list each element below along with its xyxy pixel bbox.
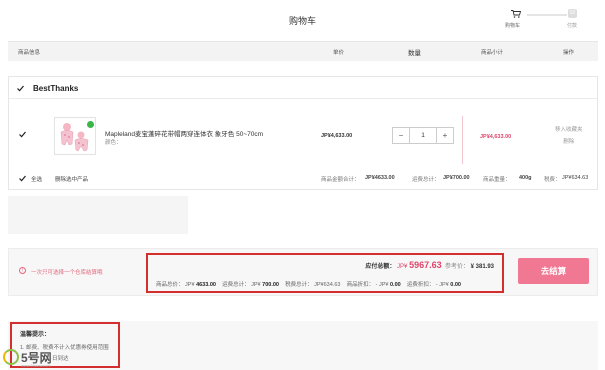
item-checkbox[interactable] [19,131,26,138]
warehouse-warning: 一次只可选择一个仓库结算哦 [31,270,103,276]
select-all-label[interactable]: 全选 [31,175,42,183]
breakdown-shipping-discount-value: 0.00 [450,282,461,288]
product-subtotal: JP¥4,633.00 [480,134,512,140]
payable-total-value: 5967.63 [409,260,442,270]
quantity-plus-button[interactable]: + [436,128,453,143]
tips-title: 温馨提示： [20,332,51,338]
reference-price-value: ¥ 381.93 [470,264,494,270]
breakdown-goods-currency: JP¥ [185,282,195,288]
breakdown-tax-label: 税费总计： [285,282,313,288]
table-header: 商品信息 单价 数量 商品小计 操作 [8,41,598,61]
step-label-payment: 付款 [567,23,578,29]
breakdown-shipping-discount-label: 运费折扣： [406,282,435,288]
checkout-button[interactable]: 去结算 [518,258,589,284]
breakdown-shipping-discount-currency: - JP¥ [435,282,449,288]
watermark-subtext: www.5haow.com [21,363,51,368]
payable-total-currency: JP¥ [397,264,408,270]
store-name[interactable]: BestThanks [33,84,78,93]
warning-icon: ! [19,267,26,274]
delete-selected-link[interactable]: 删除选中产品 [55,175,88,183]
goods-total-label: 商品金额合计： [321,177,360,183]
store-footer: 全选 删除选中产品 商品金额合计： JP¥4633.00 运费总计： JP¥70… [9,169,597,189]
placeholder-block [8,196,188,234]
product-thumbnail[interactable] [54,117,96,155]
tax-value: JP¥634.63 [562,175,589,181]
shipping-total-label: 运费总计： [412,177,440,183]
store-section: BestThanks Mapleland麦宝蓬碎花带帽两穿连体衣 象牙色 50~… [8,76,598,190]
quantity-minus-button[interactable]: − [393,128,410,143]
column-actions: 操作 [563,50,575,56]
column-divider [462,116,463,164]
tips-section: 温馨提示： 1. 邮费、税费不计入优惠券使用范围 日到达 [8,321,598,370]
store-checkbox[interactable] [17,85,24,92]
breakdown-goods-value: 4633.00 [196,282,216,288]
item-actions: 移入收藏夹 删除 [555,124,583,148]
breakdown-tax-value: JP¥634.63 [314,282,341,288]
breakdown-shipping-currency: JP¥ [251,282,261,288]
payable-total-row: 应付总额： JP¥ 5967.63 参考价： ¥ 381.93 [365,260,494,270]
breakdown-goods-discount-value: 0.00 [390,282,401,288]
payable-total-label: 应付总额： [365,264,396,270]
watermark-logo: 5号网 www.5haow.com [0,346,60,368]
cart-icon [511,10,521,18]
weight-value: 400g [519,175,532,181]
column-subtotal: 商品小计 [481,50,504,56]
reference-price-label: 参考价： [444,264,469,270]
column-product-info: 商品信息 [18,50,41,56]
store-header: BestThanks [9,77,597,99]
product-unit-price: JP¥4,633.00 [321,133,353,139]
tax-label: 税费： [544,177,561,183]
logo-circle-icon [3,349,19,365]
product-badge-icon [87,121,94,128]
breakdown-goods-discount-currency: - JP¥ [375,282,389,288]
delete-item-link[interactable]: 删除 [555,136,583,148]
step-label-cart: 购物车 [505,23,521,29]
total-highlight-box: 应付总额： JP¥ 5967.63 参考价： ¥ 381.93 商品总价： JP… [146,253,504,293]
progress-steps: 02 购物车 付款 [505,8,585,32]
column-quantity: 数量 [408,50,421,57]
step-progress-line [527,14,567,16]
shipping-total-value: JP¥700.00 [443,175,470,181]
breakdown-shipping-value: 700.00 [262,282,279,288]
weight-label: 商品重量： [483,177,511,183]
order-summary: ! 一次只可选择一个仓库结算哦 应付总额： JP¥ 5967.63 参考价： ¥… [8,248,598,296]
breakdown-goods-discount-label: 商品折扣： [346,282,375,288]
move-to-favorites-link[interactable]: 移入收藏夹 [555,124,583,136]
quantity-input[interactable]: 1 [410,128,436,143]
column-unit-price: 单价 [333,50,345,56]
breakdown-goods-label: 商品总价： [156,282,184,288]
product-color-label: 颜色： [105,140,122,146]
quantity-stepper: − 1 + [392,127,454,144]
total-breakdown: 商品总价： JP¥ 4633.00 运费总计： JP¥ 700.00 税费总计：… [156,280,461,288]
breakdown-shipping-label: 运费总计： [222,282,250,288]
select-all-checkbox[interactable] [19,175,26,182]
goods-total-value: JP¥4633.00 [365,175,395,181]
product-name[interactable]: Mapleland麦宝蓬碎花带帽两穿连体衣 象牙色 50~70cm [105,128,263,138]
step-number-icon: 02 [568,9,577,18]
